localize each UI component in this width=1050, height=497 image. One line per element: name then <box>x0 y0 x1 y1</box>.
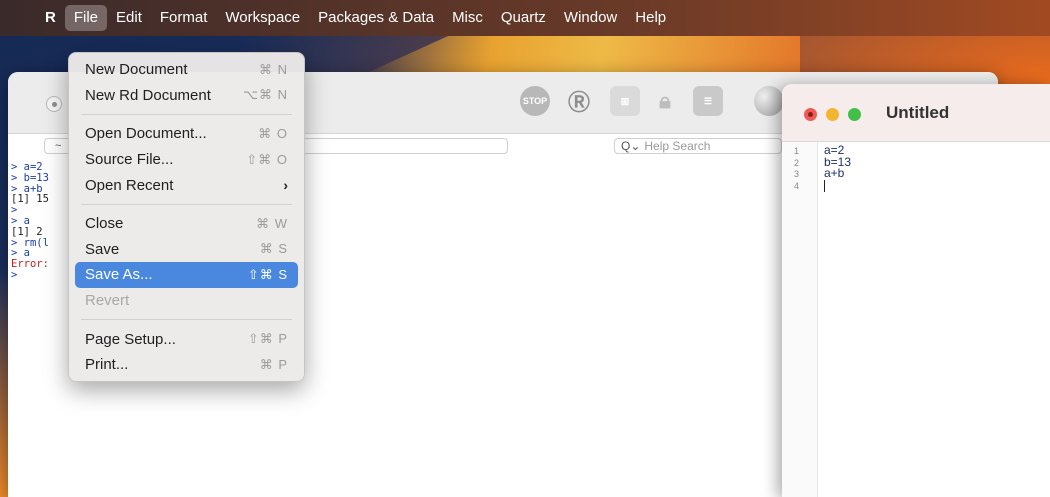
menu-item-label: Save As... <box>85 266 153 284</box>
menu-item-label: New Document <box>85 61 188 79</box>
help-search-placeholder: Help Search <box>644 139 711 153</box>
menu-separator <box>81 203 292 205</box>
menu-item-shortcut: ⇧⌘ S <box>247 266 288 282</box>
menu-item-revert: Revert <box>75 288 298 314</box>
line-number-gutter: 1 2 3 4 <box>782 142 818 497</box>
menu-window[interactable]: Window <box>555 5 626 31</box>
menu-packages-data[interactable]: Packages & Data <box>309 5 443 31</box>
line-number: 1 <box>794 146 800 156</box>
menu-item-open-recent[interactable]: Open Recent › <box>75 172 298 198</box>
search-icon: Q⌄ <box>621 139 641 153</box>
menu-item-label: Print... <box>85 356 129 374</box>
editor-title: Untitled <box>886 103 950 122</box>
menu-item-label: Save <box>85 240 120 258</box>
code-line-cursor <box>824 179 1050 192</box>
menu-item-open-document[interactable]: Open Document... ⌘ O <box>75 121 298 147</box>
menu-item-shortcut: ⌘ N <box>259 61 288 77</box>
menu-workspace[interactable]: Workspace <box>216 5 309 31</box>
menu-item-shortcut: ⌘ W <box>256 215 288 231</box>
menu-help[interactable]: Help <box>626 5 675 31</box>
menu-item-close[interactable]: Close ⌘ W <box>75 211 298 237</box>
help-search-input[interactable]: Q⌄ Help Search <box>614 138 782 154</box>
menu-file[interactable]: File <box>64 5 108 31</box>
menu-item-print[interactable]: Print... ⌘ P <box>75 352 298 378</box>
menu-format[interactable]: Format <box>151 5 217 31</box>
menu-item-label: Open Recent <box>85 176 174 194</box>
close-window-icon[interactable] <box>804 108 817 121</box>
menu-bar: R File Edit Format Workspace Packages & … <box>0 0 1050 36</box>
r-logo-icon[interactable]: Ⓡ <box>564 86 594 116</box>
menu-item-shortcut: ⌥⌘ N <box>243 87 288 103</box>
menu-item-page-setup[interactable]: Page Setup... ⇧⌘ P <box>75 326 298 352</box>
menu-separator <box>81 114 292 116</box>
menu-edit[interactable]: Edit <box>107 5 151 31</box>
sphere-icon[interactable] <box>754 86 784 116</box>
menu-quartz[interactable]: Quartz <box>492 5 555 31</box>
untitled-editor-window: Untitled 1 2 3 4 a=2 b=13 a+b <box>782 84 1050 497</box>
menu-item-new-document[interactable]: New Document ⌘ N <box>75 57 298 83</box>
menu-r[interactable]: R <box>36 5 65 31</box>
code-line: a=2 <box>824 143 845 157</box>
code-line: b=13 <box>824 154 852 169</box>
console-window-button[interactable] <box>46 96 62 112</box>
list-icon[interactable]: ☰ <box>693 86 723 116</box>
menu-item-save-as[interactable]: Save As... ⇧⌘ S <box>75 262 298 288</box>
menu-item-shortcut: ⌘ O <box>258 125 288 141</box>
editor-titlebar: Untitled <box>782 84 1050 142</box>
line-number: 2 <box>794 157 800 168</box>
zoom-window-icon[interactable] <box>848 108 861 121</box>
text-cursor <box>824 179 825 192</box>
menu-item-label: Open Document... <box>85 125 207 143</box>
menu-item-shortcut: ⇧⌘ P <box>247 331 288 347</box>
code-editor[interactable]: a=2 b=13 a+b <box>824 142 1050 497</box>
chevron-right-icon: › <box>283 177 288 194</box>
menu-item-label: Revert <box>85 292 130 310</box>
menu-item-label: New Rd Document <box>85 86 211 104</box>
menu-item-save[interactable]: Save ⌘ S <box>75 237 298 263</box>
stop-icon[interactable]: STOP <box>520 86 550 116</box>
minimize-window-icon[interactable] <box>826 108 839 121</box>
file-menu-dropdown: New Document ⌘ N New Rd Document ⌥⌘ N Op… <box>68 52 305 382</box>
menu-item-shortcut: ⇧⌘ O <box>246 151 288 167</box>
code-line: a+b <box>824 166 845 180</box>
menu-misc[interactable]: Misc <box>443 5 492 31</box>
menu-item-label: Close <box>85 215 124 233</box>
lock-icon[interactable]: 🔒︎ <box>650 86 680 116</box>
menu-item-shortcut: ⌘ P <box>259 356 288 372</box>
menu-item-label: Page Setup... <box>85 330 176 348</box>
chart-icon[interactable]: ▥ <box>610 86 640 116</box>
line-number: 3 <box>794 169 800 179</box>
menu-item-new-rd-document[interactable]: New Rd Document ⌥⌘ N <box>75 83 298 109</box>
menu-item-source-file[interactable]: Source File... ⇧⌘ O <box>75 147 298 173</box>
line-number: 4 <box>794 180 800 191</box>
menu-item-label: Source File... <box>85 151 174 169</box>
menu-separator <box>81 319 292 321</box>
menu-item-shortcut: ⌘ S <box>259 241 288 257</box>
